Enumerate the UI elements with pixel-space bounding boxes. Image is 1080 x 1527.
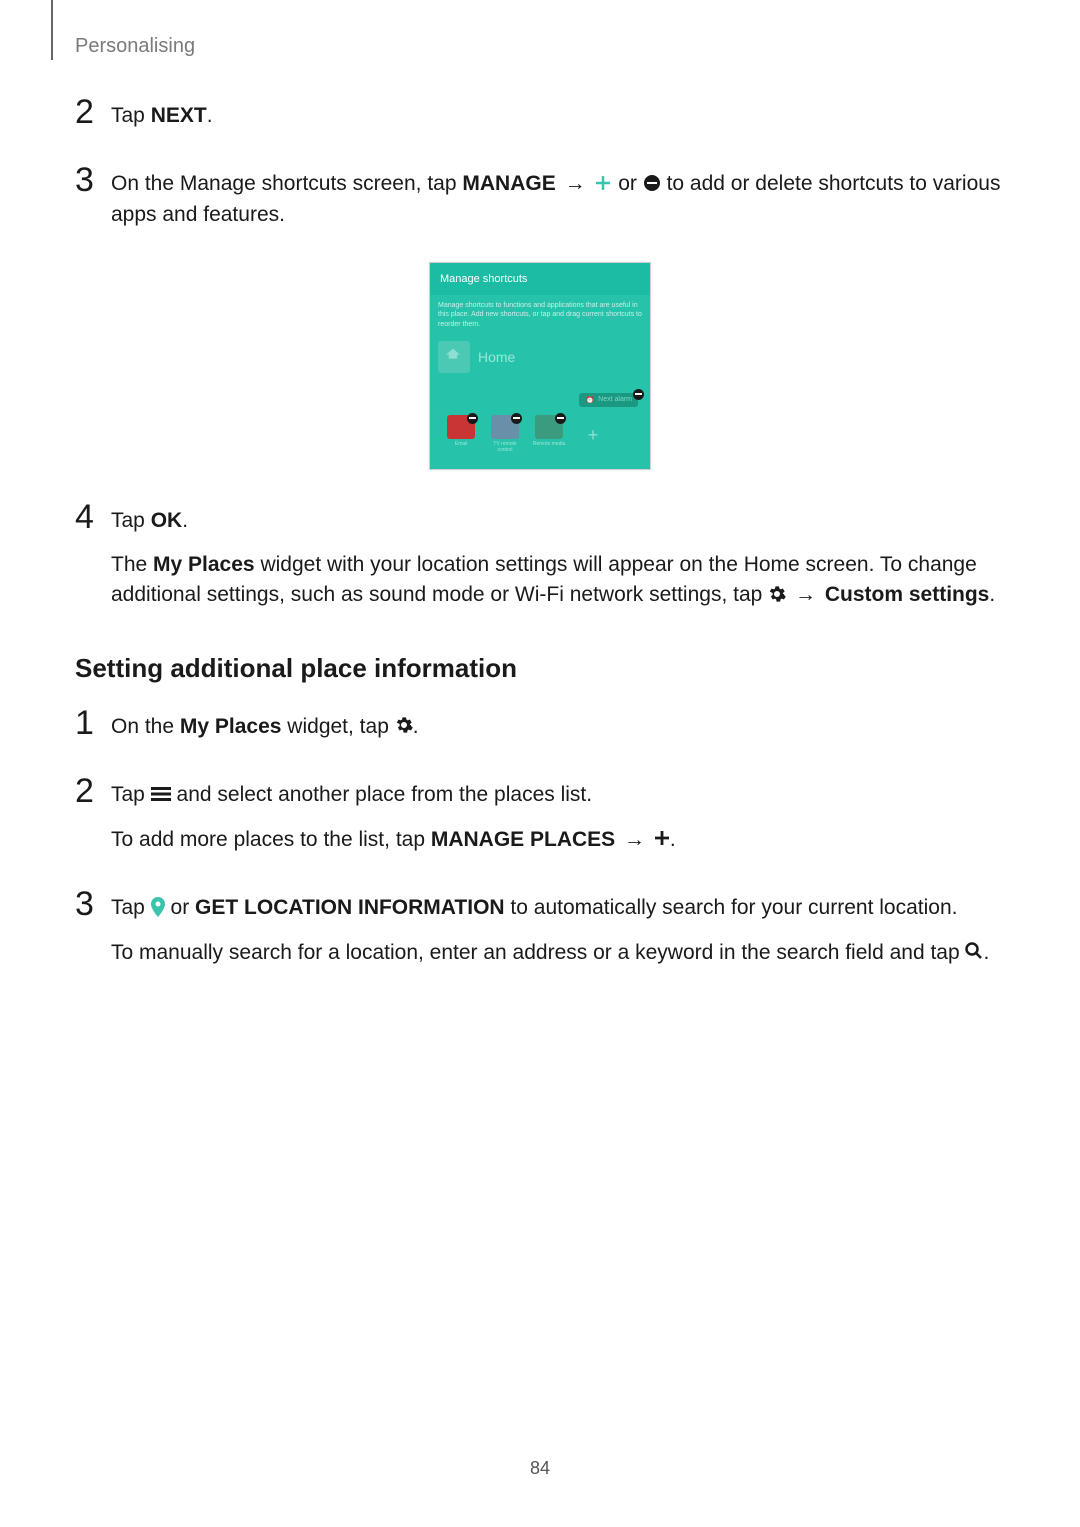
step: 2Tap and select another place from the p… [75,774,1005,869]
manage-shortcuts-screenshot: Manage shortcuts Manage shortcuts to fun… [429,262,651,469]
step-text: Tap NEXT. [111,101,1005,131]
gear-icon [768,585,786,603]
step: 3On the Manage shortcuts screen, tap MAN… [75,163,1005,244]
step: 1On the My Places widget, tap . [75,706,1005,756]
arrow-icon: → [792,583,819,606]
gear-icon [395,716,413,734]
step-text: The My Places widget with your location … [111,550,1005,611]
step-number: 3 [75,163,111,244]
step-number: 2 [75,95,111,145]
step: 4Tap OK. The My Places widget with your l… [75,500,1005,625]
step-text: To manually search for a location, enter… [111,938,1005,968]
home-icon [438,341,470,373]
minus-circle-icon [643,174,661,192]
add-tile: + [574,415,612,457]
ss-tile: TV remote control [486,415,524,457]
minus-icon [555,413,566,424]
step: 2Tap NEXT. [75,95,1005,145]
arrow-icon: → [562,172,589,195]
bold-text: My Places [153,553,255,576]
bold-text: MANAGE [462,172,555,195]
step-number: 2 [75,774,111,869]
ss-description: Manage shortcuts to functions and applic… [438,301,642,328]
home-label: Home [478,349,515,365]
step-number: 4 [75,500,111,625]
bold-text: MANAGE PLACES [431,828,615,851]
minus-icon [467,413,478,424]
arrow-icon: → [621,828,648,851]
bold-text: OK [151,509,183,532]
bold-text: GET LOCATION INFORMATION [195,896,505,919]
location-pin-icon [151,897,165,917]
bold-text: NEXT [151,104,207,127]
search-icon [965,942,983,960]
ss-title: Manage shortcuts [430,263,650,295]
step-text: Tap and select another place from the pl… [111,780,1005,810]
clock-tile: ⏰Next alarm [579,393,638,407]
subheading: Setting additional place information [75,653,1005,684]
plus-icon [594,174,612,192]
minus-icon [633,389,644,400]
page-number: 84 [0,1458,1080,1479]
bold-text: My Places [180,715,282,738]
page-content: 2Tap NEXT.3On the Manage shortcuts scree… [0,0,1080,982]
bold-text: Custom settings [825,583,990,606]
step-text: On the My Places widget, tap . [111,712,1005,742]
section-label: Personalising [75,35,195,58]
step-text: Tap OK. [111,506,1005,536]
header-divider [51,0,53,60]
step-text: On the Manage shortcuts screen, tap MANA… [111,169,1005,230]
minus-icon [511,413,522,424]
ss-tile: Remote media [530,415,568,457]
menu-icon [151,786,171,802]
step-number: 1 [75,706,111,756]
step-text: Tap or GET LOCATION INFORMATION to autom… [111,893,1005,923]
step: 3Tap or GET LOCATION INFORMATION to auto… [75,887,1005,982]
step-number: 3 [75,887,111,982]
ss-tile: Email [442,415,480,457]
plus-icon [654,830,670,846]
step-text: To add more places to the list, tap MANA… [111,825,1005,855]
